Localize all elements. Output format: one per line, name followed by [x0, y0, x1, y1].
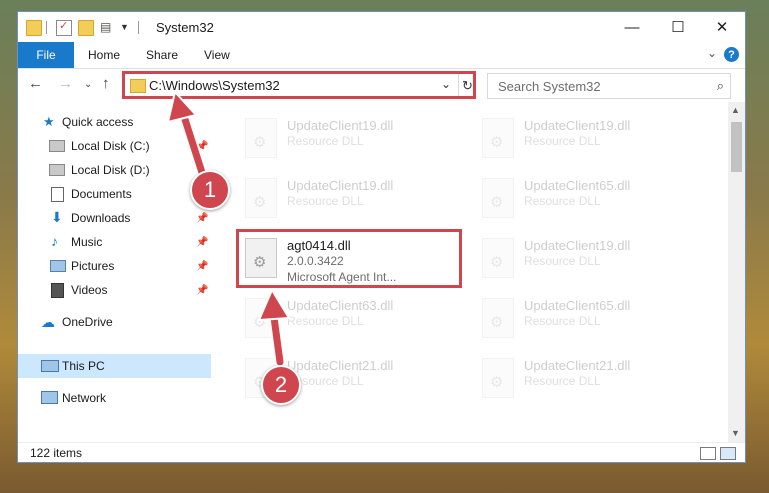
- arrow-2-head: [257, 287, 291, 322]
- annotation-overlay: [166, 89, 291, 368]
- arrow-1-head: [166, 89, 198, 124]
- step-2-badge: 2: [261, 365, 301, 405]
- step-1-badge: 1: [190, 170, 230, 210]
